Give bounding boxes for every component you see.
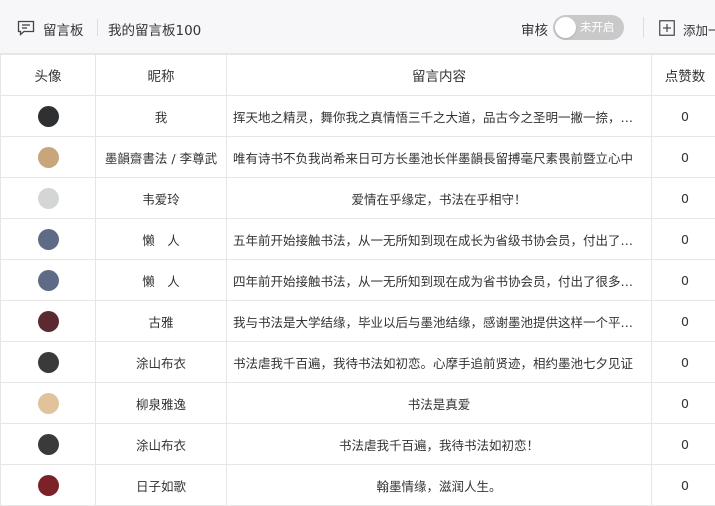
toggle-knob	[555, 17, 576, 38]
divider	[97, 19, 98, 36]
avatar-cell	[1, 178, 96, 219]
avatar-cell	[1, 260, 96, 301]
table-row[interactable]: 懒 人四年前开始接触书法，从一无所知到现在成为省书协会员，付出了很多努力0	[1, 260, 715, 301]
nickname-cell: 我	[96, 96, 227, 137]
avatar[interactable]	[38, 311, 59, 332]
column-header-likes: 点赞数	[652, 55, 715, 96]
message-cell: 书法虐我千百遍，我待书法如初恋。心摩手追前贤迹，相约墨池七夕见证	[227, 342, 652, 383]
avatar-cell	[1, 465, 96, 506]
avatar-cell	[1, 383, 96, 424]
likes-cell: 0	[652, 137, 715, 178]
avatar-cell	[1, 137, 96, 178]
avatar[interactable]	[38, 147, 59, 168]
nickname-cell: 墨韻齋書法 / 李尊武	[96, 137, 227, 178]
avatar-cell	[1, 219, 96, 260]
nickname-cell: 懒 人	[96, 260, 227, 301]
message-board-icon	[17, 20, 35, 36]
message-table: 头像 昵称 留言内容 点赞数 我挥天地之精灵，舞你我之真情悟三千之大道，品古今之…	[0, 54, 715, 506]
nickname-cell: 涂山布衣	[96, 342, 227, 383]
column-header-avatar: 头像	[1, 55, 96, 96]
audit-toggle[interactable]: 未开启	[553, 15, 624, 40]
avatar[interactable]	[38, 188, 59, 209]
table-row[interactable]: 古雅我与书法是大学结缘，毕业以后与墨池结缘，感谢墨池提供这样一个平台让我们0	[1, 301, 715, 342]
plus-square-icon	[659, 20, 675, 36]
message-cell: 我与书法是大学结缘，毕业以后与墨池结缘，感谢墨池提供这样一个平台让我们	[227, 301, 652, 342]
avatar-cell	[1, 301, 96, 342]
message-cell: 爱情在乎缘定，书法在乎相守！	[227, 178, 652, 219]
column-header-message: 留言内容	[227, 55, 652, 96]
message-cell: 翰墨情缘，滋润人生。	[227, 465, 652, 506]
table-row[interactable]: 墨韻齋書法 / 李尊武唯有诗书不负我尚希来日可方长墨池长伴墨韻長留搏毫尺素畏前暨…	[1, 137, 715, 178]
avatar-cell	[1, 96, 96, 137]
message-cell: 书法虐我千百遍，我待书法如初恋！	[227, 424, 652, 465]
avatar[interactable]	[38, 434, 59, 455]
table-header-row: 头像 昵称 留言内容 点赞数	[1, 55, 715, 96]
avatar[interactable]	[38, 270, 59, 291]
table-row[interactable]: 懒 人五年前开始接触书法，从一无所知到现在成长为省级书协会员，付出了很多努力0	[1, 219, 715, 260]
page-title: 留言板	[43, 19, 84, 39]
likes-cell: 0	[652, 301, 715, 342]
message-cell: 书法是真爱	[227, 383, 652, 424]
add-label: 添加一	[683, 20, 715, 39]
message-cell: 五年前开始接触书法，从一无所知到现在成长为省级书协会员，付出了很多努力	[227, 219, 652, 260]
avatar[interactable]	[38, 393, 59, 414]
avatar[interactable]	[38, 475, 59, 496]
audit-label: 审核	[521, 19, 548, 39]
likes-cell: 0	[652, 465, 715, 506]
table-row[interactable]: 柳泉雅逸书法是真爱0	[1, 383, 715, 424]
table-row[interactable]: 韦爱玲爱情在乎缘定，书法在乎相守！0	[1, 178, 715, 219]
message-cell: 挥天地之精灵，舞你我之真情悟三千之大道，品古今之圣明一撇一捺，一横一竖皆是人生	[227, 96, 652, 137]
avatar[interactable]	[38, 229, 59, 250]
likes-cell: 0	[652, 424, 715, 465]
divider	[643, 17, 644, 38]
column-header-nickname: 昵称	[96, 55, 227, 96]
likes-cell: 0	[652, 260, 715, 301]
table-row[interactable]: 日子如歌翰墨情缘，滋润人生。0	[1, 465, 715, 506]
table-row[interactable]: 我挥天地之精灵，舞你我之真情悟三千之大道，品古今之圣明一撇一捺，一横一竖皆是人生…	[1, 96, 715, 137]
board-name: 我的留言板100	[108, 19, 201, 39]
nickname-cell: 涂山布衣	[96, 424, 227, 465]
table-row[interactable]: 涂山布衣书法虐我千百遍，我待书法如初恋！0	[1, 424, 715, 465]
message-cell: 唯有诗书不负我尚希来日可方长墨池长伴墨韻長留搏毫尺素畏前暨立心中	[227, 137, 652, 178]
avatar[interactable]	[38, 106, 59, 127]
nickname-cell: 日子如歌	[96, 465, 227, 506]
nickname-cell: 柳泉雅逸	[96, 383, 227, 424]
top-bar: 留言板 我的留言板100 审核 未开启 添加一	[0, 0, 715, 54]
nickname-cell: 韦爱玲	[96, 178, 227, 219]
likes-cell: 0	[652, 219, 715, 260]
nickname-cell: 古雅	[96, 301, 227, 342]
likes-cell: 0	[652, 96, 715, 137]
audit-toggle-text: 未开启	[580, 19, 615, 35]
message-cell: 四年前开始接触书法，从一无所知到现在成为省书协会员，付出了很多努力	[227, 260, 652, 301]
avatar-cell	[1, 424, 96, 465]
avatar-cell	[1, 342, 96, 383]
avatar[interactable]	[38, 352, 59, 373]
likes-cell: 0	[652, 383, 715, 424]
table-row[interactable]: 涂山布衣书法虐我千百遍，我待书法如初恋。心摩手追前贤迹，相约墨池七夕见证0	[1, 342, 715, 383]
nickname-cell: 懒 人	[96, 219, 227, 260]
likes-cell: 0	[652, 178, 715, 219]
likes-cell: 0	[652, 342, 715, 383]
